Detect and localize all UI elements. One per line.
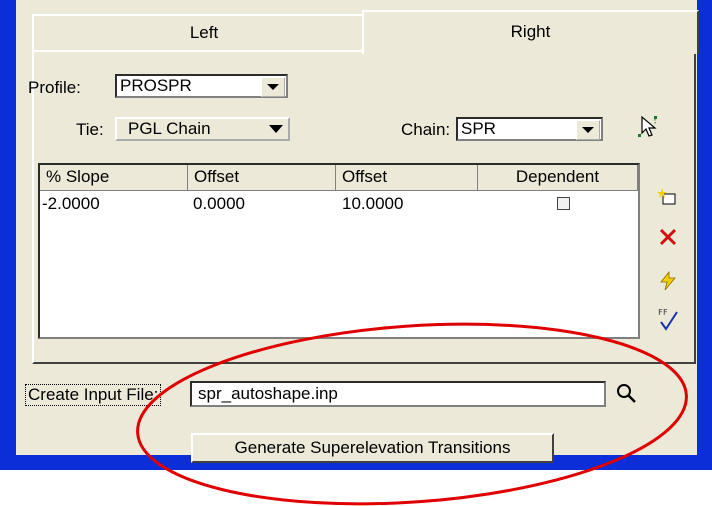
create-input-file-label: Create Input File: xyxy=(25,384,162,406)
header-slope[interactable]: % Slope xyxy=(40,165,188,191)
window-frame-right xyxy=(697,0,712,470)
tab-right[interactable]: Right xyxy=(362,10,699,54)
header-offset-1[interactable]: Offset xyxy=(188,165,336,191)
chevron-down-icon[interactable] xyxy=(576,120,600,140)
generate-superelevation-button[interactable]: Generate Superelevation Transitions xyxy=(191,433,554,463)
lightning-icon[interactable] xyxy=(657,270,677,292)
add-row-icon[interactable] xyxy=(657,186,677,208)
chevron-down-icon[interactable] xyxy=(265,120,287,138)
tie-value: PGL Chain xyxy=(128,119,211,138)
slope-table[interactable]: % Slope Offset Offset Dependent -2.0000 … xyxy=(38,163,640,339)
search-icon[interactable] xyxy=(614,381,640,407)
chain-value: SPR xyxy=(461,119,496,138)
tab-left[interactable]: Left xyxy=(32,14,375,52)
header-offset-2[interactable]: Offset xyxy=(336,165,478,191)
cell-slope[interactable]: -2.0000 xyxy=(42,193,100,215)
input-file-value: spr_autoshape.inp xyxy=(198,384,338,403)
delete-icon[interactable] xyxy=(657,226,677,248)
profile-value: PROSPR xyxy=(120,76,192,95)
profile-label: Profile: xyxy=(28,78,81,97)
cell-offset-1[interactable]: 0.0000 xyxy=(193,193,245,215)
tie-select[interactable]: PGL Chain xyxy=(115,117,290,141)
select-element-icon[interactable] xyxy=(636,113,662,139)
cell-offset-2[interactable]: 10.0000 xyxy=(342,193,403,215)
input-file-field[interactable]: spr_autoshape.inp xyxy=(190,381,606,407)
dependent-checkbox[interactable] xyxy=(557,197,570,210)
chevron-down-icon[interactable] xyxy=(261,77,285,97)
check-all-icon[interactable]: FF xyxy=(657,306,678,331)
svg-text:FF: FF xyxy=(658,308,668,317)
chain-label: Chain: xyxy=(401,120,451,139)
chain-select[interactable]: SPR xyxy=(456,117,603,141)
tie-label: Tie: xyxy=(76,120,104,139)
profile-select[interactable]: PROSPR xyxy=(115,74,288,98)
window-frame-left xyxy=(0,0,16,470)
header-dependent[interactable]: Dependent xyxy=(478,165,638,191)
